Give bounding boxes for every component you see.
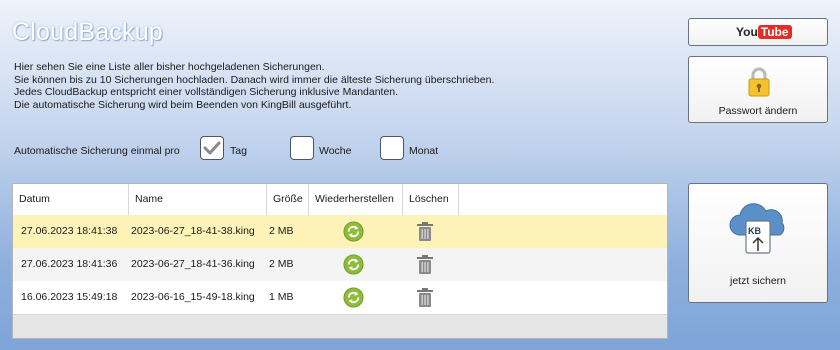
- backup-now-label: jetzt sichern: [729, 275, 787, 287]
- description-line: Jedes CloudBackup entspricht einer volls…: [14, 86, 399, 98]
- column-header-wiederherstellen[interactable]: Wiederherstellen: [309, 184, 403, 215]
- restore-icon[interactable]: [343, 287, 364, 308]
- trash-icon[interactable]: [416, 221, 434, 242]
- checkbox-tag[interactable]: [200, 136, 224, 160]
- cell-name: 2023-06-27_18-41-36.king: [131, 258, 255, 270]
- youtube-button[interactable]: You Tube: [688, 18, 828, 46]
- change-password-label: Passwort ändern: [718, 105, 798, 117]
- cell-size: 2 MB: [269, 225, 294, 237]
- trash-icon[interactable]: [416, 287, 434, 308]
- column-header-datum[interactable]: Datum: [13, 184, 129, 215]
- description-line: Sie können bis zu 10 Sicherungen hochlad…: [14, 73, 495, 86]
- change-password-button[interactable]: Passwort ändern: [688, 56, 828, 123]
- backup-now-button[interactable]: KB jetzt sichern: [688, 183, 828, 303]
- cell-name: 2023-06-27_18-41-38.king: [131, 225, 255, 237]
- table-row[interactable]: 16.06.2023 15:49:18 2023-06-16_15-49-18.…: [13, 281, 667, 315]
- restore-icon[interactable]: [343, 221, 364, 242]
- backup-table: Datum Name Größe Wiederherstellen Lösche…: [12, 183, 668, 339]
- table-row[interactable]: 27.06.2023 18:41:38 2023-06-27_18-41-38.…: [13, 215, 667, 249]
- padlock-icon: [748, 67, 770, 97]
- table-row[interactable]: 27.06.2023 18:41:36 2023-06-27_18-41-36.…: [13, 248, 667, 282]
- youtube-logo-text: You: [736, 25, 758, 39]
- cloud-badge: KB: [748, 226, 761, 236]
- column-header-name[interactable]: Name: [129, 184, 267, 215]
- cell-date: 16.06.2023 15:49:18: [21, 291, 118, 303]
- checkbox-monat-label: Monat: [409, 145, 439, 157]
- column-header-loeschen[interactable]: Löschen: [403, 184, 459, 215]
- cell-name: 2023-06-16_15-49-18.king: [131, 291, 255, 303]
- restore-icon[interactable]: [343, 254, 364, 275]
- column-header-groesse[interactable]: Größe: [267, 184, 309, 215]
- cell-size: 2 MB: [269, 258, 294, 270]
- youtube-logo: You Tube: [736, 25, 792, 40]
- auto-backup-label: Automatische Sicherung einmal pro: [14, 145, 180, 157]
- app-title: CloudBackup: [12, 18, 163, 46]
- checkbox-woche[interactable]: [290, 136, 314, 160]
- trash-icon[interactable]: [416, 254, 434, 275]
- table-header: Datum Name Größe Wiederherstellen Lösche…: [13, 184, 667, 216]
- checkbox-tag-label: Tag: [230, 145, 247, 157]
- cell-size: 1 MB: [269, 291, 294, 303]
- cell-date: 27.06.2023 18:41:38: [21, 225, 118, 237]
- checkbox-woche-label: Woche: [319, 145, 352, 157]
- description-line: Hier sehen Sie eine Liste aller bisher h…: [14, 61, 325, 73]
- checkbox-monat[interactable]: [380, 136, 404, 160]
- description-line: Die automatische Sicherung wird beim Bee…: [14, 98, 352, 111]
- checkmark-icon: [203, 141, 221, 155]
- cell-date: 27.06.2023 18:41:36: [21, 258, 118, 270]
- description: Hier sehen Sie eine Liste aller bisher h…: [14, 61, 494, 111]
- youtube-logo-badge: Tube: [757, 25, 792, 39]
